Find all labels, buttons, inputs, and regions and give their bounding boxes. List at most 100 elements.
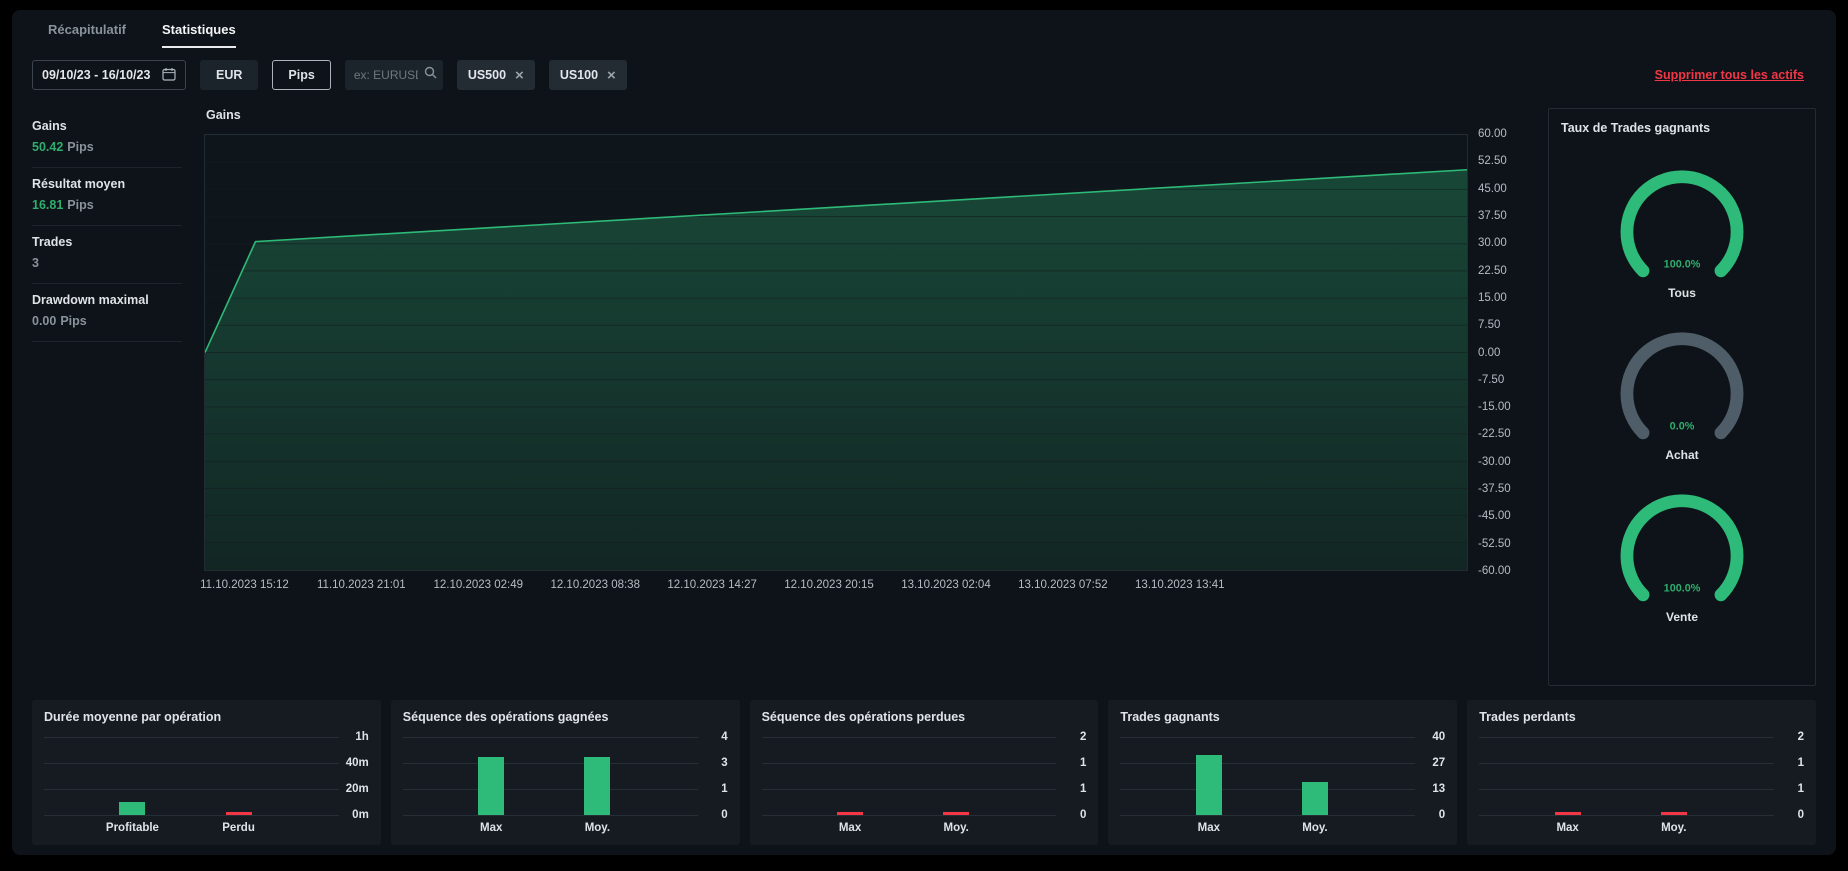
y-axis-label: 2 <box>1079 731 1087 743</box>
x-axis-label: Moy. <box>1302 822 1328 834</box>
grid-line <box>761 737 1057 738</box>
stat-unit: Pips <box>67 140 94 154</box>
remove-chip-icon[interactable]: × <box>607 68 616 83</box>
y-axis-label: -15.00 <box>1478 401 1511 414</box>
x-axis-label: 13.10.2023 02:04 <box>901 579 991 591</box>
panel-title: Trades gagnants <box>1120 710 1220 724</box>
panel-avg-duration: Durée moyenne par opération 1h 40m 20m 0m P… <box>32 700 381 845</box>
grid-line <box>1120 737 1416 738</box>
stat-resultat-moyen: Résultat moyen 16.81 Pips <box>32 168 182 226</box>
stat-label: Résultat moyen <box>32 177 126 191</box>
bar-moy <box>1660 812 1687 815</box>
bar-moy <box>584 756 611 815</box>
grid-line <box>761 789 1057 790</box>
x-axis-label: Max <box>838 822 862 834</box>
bar-max <box>1195 755 1222 815</box>
grid-line <box>1120 815 1416 816</box>
gains-chart-panel: Gains 60.00 52.50 45.00 37.50 30.00 22.50 15.0… <box>200 108 1526 686</box>
x-axis-label: 13.10.2023 07:52 <box>1018 579 1108 591</box>
panel-losing-trades: Trades perdants 2 1 1 0 Max Moy. <box>1467 700 1816 845</box>
grid-line <box>1120 763 1416 764</box>
svg-text:100.0%: 100.0% <box>1664 258 1701 270</box>
y-axis-label: 1 <box>721 783 728 795</box>
gains-plot[interactable] <box>204 134 1468 571</box>
grid-line <box>402 763 698 764</box>
grid-line <box>761 763 1057 764</box>
currency-eur-button[interactable]: EUR <box>200 60 259 90</box>
bar-max <box>478 756 505 815</box>
y-axis-label: 4 <box>721 731 728 743</box>
y-axis-label: 20m <box>345 783 369 795</box>
y-axis-label: 15.00 <box>1478 291 1507 304</box>
tab-recapitulatif[interactable]: Récapitulatif <box>48 22 126 48</box>
grid-line <box>44 789 339 790</box>
mini-y-axis: 1h 40m 20m 0m <box>339 731 369 821</box>
win-rate-title: Taux de Trades gagnants <box>1561 121 1711 135</box>
grid-line <box>1120 789 1416 790</box>
x-axis-label: Moy. <box>943 822 969 834</box>
calendar-icon[interactable] <box>162 67 176 84</box>
x-axis-label: Max <box>480 822 503 834</box>
y-axis-label: 0 <box>1797 809 1804 821</box>
bar-max <box>1554 812 1581 815</box>
toolbar: 09/10/23 - 16/10/23 EUR Pips US500 × US1… <box>32 60 1816 90</box>
symbol-search-input[interactable] <box>353 68 418 82</box>
y-axis-label: -30.00 <box>1478 455 1511 468</box>
asset-chip-us500[interactable]: US500 × <box>456 60 535 90</box>
y-axis-label: -22.50 <box>1478 428 1511 441</box>
y-axis-label: 1 <box>1079 783 1087 795</box>
x-axis-label: 12.10.2023 02:49 <box>433 579 524 591</box>
panel-win-streak: Séquence des opérations gagnées 4 3 1 0 Max… <box>390 700 740 845</box>
mini-y-axis: 40 27 13 0 <box>1415 731 1446 821</box>
stat-label: Gains <box>32 119 67 133</box>
stats-sidebar: Gains 50.42 Pips Résultat moyen 16.81 Pips Tra… <box>32 108 182 686</box>
search-icon <box>424 66 437 84</box>
remove-chip-icon[interactable]: × <box>515 68 524 83</box>
symbol-search[interactable] <box>344 60 443 90</box>
mini-y-axis: 4 3 1 0 <box>698 731 728 821</box>
tab-statistiques[interactable]: Statistiques <box>162 22 236 48</box>
stat-trades: Trades 3 <box>32 226 182 284</box>
panel-title: Durée moyenne par opération <box>44 710 222 724</box>
mini-x-axis: Max Moy. <box>1120 822 1415 837</box>
win-rate-panel: Taux de Trades gagnants 100.0% Tous 0.0% Ac… <box>1548 108 1816 686</box>
mini-x-axis: Max Moy. <box>1479 822 1774 837</box>
mini-plot <box>402 737 698 816</box>
y-axis-label: 1 <box>1797 783 1804 795</box>
y-axis-label: 2 <box>1797 731 1804 743</box>
y-axis-label: -7.50 <box>1478 373 1505 386</box>
y-axis-label: 0m <box>352 809 369 821</box>
asset-chip-label: US500 <box>467 68 507 82</box>
y-axis-label: 0.00 <box>1478 346 1501 359</box>
mini-plot <box>44 737 339 816</box>
bar-moy <box>943 812 970 815</box>
asset-chip-us100[interactable]: US100 × <box>548 60 627 90</box>
grid-line <box>1479 815 1774 816</box>
y-axis-label: 60.00 <box>1478 128 1507 140</box>
x-axis-label: 12.10.2023 20:15 <box>784 579 874 591</box>
chart-wrap: 60.00 52.50 45.00 37.50 30.00 22.50 15.00 7.50 0… <box>204 128 1526 577</box>
panel-title: Séquence des opérations gagnées <box>402 710 609 724</box>
unit-pips-button[interactable]: Pips <box>272 60 331 90</box>
y-axis-label: 37.50 <box>1478 209 1507 222</box>
stat-value: 16.81 Pips <box>32 198 94 212</box>
y-axis-label: 13 <box>1432 783 1446 795</box>
bar-moy <box>1301 782 1328 815</box>
y-axis-label: 52.50 <box>1478 155 1507 168</box>
panel-loss-streak: Séquence des opérations perdues 2 1 1 0 Max… <box>749 700 1099 845</box>
bar-max <box>837 812 864 815</box>
stat-value: 0.00 Pips <box>32 314 87 328</box>
date-range-input[interactable]: 09/10/23 - 16/10/23 <box>32 60 186 90</box>
panel-winning-trades: Trades gagnants 40 27 13 0 Max Moy. <box>1108 700 1458 845</box>
chart-title: Gains <box>206 108 241 122</box>
y-axis-label: -37.50 <box>1478 483 1511 496</box>
stat-unit: Pips <box>67 198 94 212</box>
y-axis-label: 40 <box>1432 731 1446 743</box>
y-axis-label: 22.50 <box>1478 264 1507 277</box>
asset-chip-label: US100 <box>559 68 599 82</box>
svg-text:0.0%: 0.0% <box>1670 420 1695 432</box>
x-axis-label: 12.10.2023 14:27 <box>667 579 757 591</box>
x-axis-label: 11.10.2023 21:01 <box>317 579 406 591</box>
remove-all-assets-link[interactable]: Supprimer tous les actifs <box>1655 68 1804 82</box>
grid-line <box>1479 789 1774 790</box>
